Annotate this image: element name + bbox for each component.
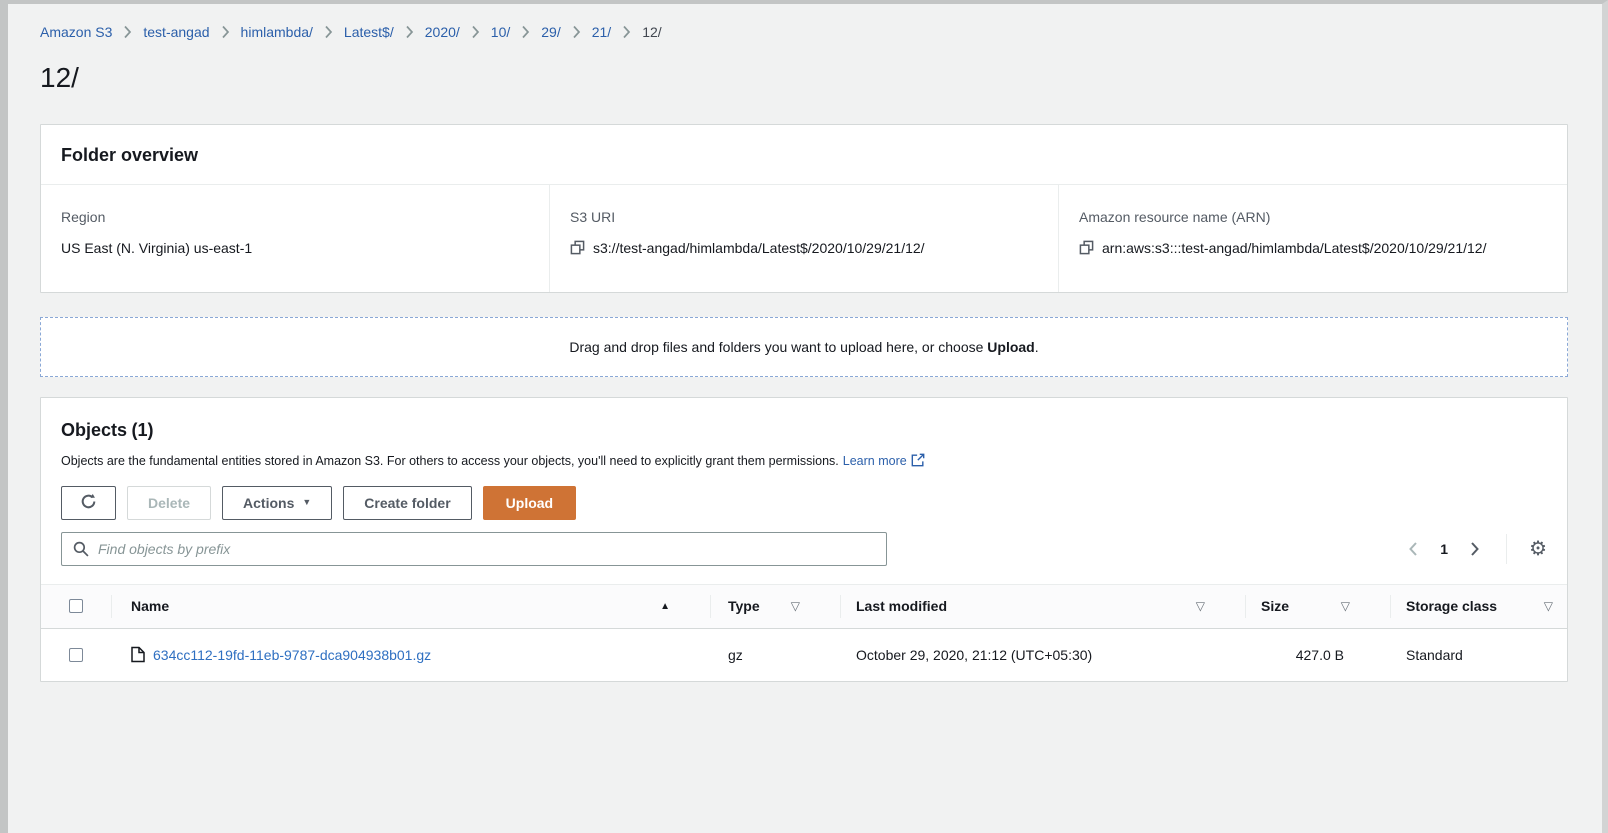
delete-button[interactable]: Delete bbox=[127, 486, 211, 520]
breadcrumb-link-2020[interactable]: 2020/ bbox=[425, 24, 460, 40]
page-number[interactable]: 1 bbox=[1438, 541, 1450, 557]
actions-button[interactable]: Actions ▼ bbox=[222, 486, 332, 520]
region-label: Region bbox=[61, 209, 529, 225]
copy-icon[interactable] bbox=[570, 240, 585, 255]
breadcrumb-link-latest[interactable]: Latest$/ bbox=[344, 24, 394, 40]
refresh-button[interactable] bbox=[61, 486, 116, 520]
objects-toolbar: Delete Actions ▼ Create folder Upload bbox=[61, 486, 1547, 520]
create-folder-button[interactable]: Create folder bbox=[343, 486, 471, 520]
row-select-cell bbox=[41, 629, 111, 681]
region-field: Region US East (N. Virginia) us-east-1 bbox=[41, 185, 549, 292]
sort-icon[interactable]: ▽ bbox=[1341, 599, 1350, 613]
pagination: 1 ⚙ bbox=[1404, 534, 1547, 564]
dropzone-text: Drag and drop files and folders you want… bbox=[569, 339, 1038, 355]
search-row: 1 ⚙ bbox=[61, 532, 1547, 566]
object-name-cell: 634cc112-19fd-11eb-9787-dca904938b01.gz bbox=[111, 629, 710, 681]
arn-value-row: arn:aws:s3:::test-angad/himlambda/Latest… bbox=[1079, 235, 1547, 262]
breadcrumb-link-21[interactable]: 21/ bbox=[592, 24, 611, 40]
last-modified-column-header[interactable]: Last modified ▽ bbox=[840, 585, 1245, 628]
external-link-icon[interactable] bbox=[911, 453, 925, 467]
select-all-cell bbox=[41, 585, 111, 628]
breadcrumb-current: 12/ bbox=[642, 24, 661, 40]
object-size-cell: 427.0 B bbox=[1245, 629, 1390, 681]
sort-icon[interactable]: ▽ bbox=[791, 599, 800, 613]
folder-overview-body: Region US East (N. Virginia) us-east-1 S… bbox=[41, 185, 1567, 292]
s3-uri-field: S3 URI s3://test-angad/himlambda/Latest$… bbox=[549, 185, 1058, 292]
objects-table: Name ▲ Type ▽ Last modified ▽ Size ▽ Sto… bbox=[41, 584, 1567, 681]
breadcrumb-separator-icon bbox=[405, 25, 414, 39]
object-storage-class-cell: Standard bbox=[1390, 629, 1567, 681]
previous-page-icon[interactable] bbox=[1404, 537, 1422, 561]
select-all-checkbox[interactable] bbox=[69, 599, 83, 613]
type-column-header[interactable]: Type ▽ bbox=[710, 585, 840, 628]
pagination-divider bbox=[1506, 534, 1507, 564]
sort-icon[interactable]: ▽ bbox=[1196, 599, 1205, 613]
copy-icon[interactable] bbox=[1079, 240, 1094, 255]
breadcrumb-link-10[interactable]: 10/ bbox=[491, 24, 510, 40]
breadcrumb: Amazon S3 test-angad himlambda/ Latest$/… bbox=[40, 24, 1568, 40]
find-objects-input[interactable] bbox=[61, 532, 887, 566]
region-value: US East (N. Virginia) us-east-1 bbox=[61, 235, 529, 262]
breadcrumb-link-amazon-s3[interactable]: Amazon S3 bbox=[40, 24, 112, 40]
next-page-icon[interactable] bbox=[1466, 537, 1484, 561]
s3-console-page: Amazon S3 test-angad himlambda/ Latest$/… bbox=[8, 4, 1602, 682]
upload-dropzone[interactable]: Drag and drop files and folders you want… bbox=[40, 317, 1568, 377]
search-icon bbox=[73, 541, 89, 562]
folder-overview-header: Folder overview bbox=[41, 125, 1567, 185]
upload-button[interactable]: Upload bbox=[483, 486, 576, 520]
name-column-header[interactable]: Name ▲ bbox=[111, 585, 710, 628]
table-row: 634cc112-19fd-11eb-9787-dca904938b01.gz … bbox=[41, 629, 1567, 681]
folder-overview-title: Folder overview bbox=[61, 145, 198, 165]
breadcrumb-link-bucket[interactable]: test-angad bbox=[143, 24, 209, 40]
breadcrumb-separator-icon bbox=[221, 25, 230, 39]
objects-description: Objects are the fundamental entities sto… bbox=[61, 453, 1547, 468]
storage-class-column-header[interactable]: Storage class ▽ bbox=[1390, 585, 1567, 628]
objects-count: (1) bbox=[131, 420, 153, 440]
breadcrumb-separator-icon bbox=[123, 25, 132, 39]
row-checkbox[interactable] bbox=[69, 648, 83, 662]
breadcrumb-separator-icon bbox=[572, 25, 581, 39]
learn-more-link[interactable]: Learn more bbox=[843, 454, 907, 468]
arn-label: Amazon resource name (ARN) bbox=[1079, 209, 1547, 225]
breadcrumb-separator-icon bbox=[471, 25, 480, 39]
refresh-icon bbox=[79, 492, 98, 514]
breadcrumb-separator-icon bbox=[622, 25, 631, 39]
page-title: 12/ bbox=[40, 62, 1568, 94]
sort-ascending-icon[interactable]: ▲ bbox=[660, 601, 670, 612]
chevron-down-icon: ▼ bbox=[302, 498, 311, 507]
breadcrumb-link-himlambda[interactable]: himlambda/ bbox=[241, 24, 313, 40]
folder-overview-card: Folder overview Region US East (N. Virgi… bbox=[40, 124, 1568, 293]
object-name-link[interactable]: 634cc112-19fd-11eb-9787-dca904938b01.gz bbox=[153, 647, 431, 663]
gear-icon[interactable]: ⚙ bbox=[1529, 539, 1547, 559]
breadcrumb-link-29[interactable]: 29/ bbox=[541, 24, 560, 40]
object-last-modified-cell: October 29, 2020, 21:12 (UTC+05:30) bbox=[840, 629, 1245, 681]
s3-uri-value-row: s3://test-angad/himlambda/Latest$/2020/1… bbox=[570, 235, 1038, 262]
breadcrumb-separator-icon bbox=[521, 25, 530, 39]
arn-field: Amazon resource name (ARN) arn:aws:s3:::… bbox=[1058, 185, 1567, 292]
objects-header: Objects (1) bbox=[61, 420, 1547, 441]
sort-icon[interactable]: ▽ bbox=[1544, 599, 1553, 613]
file-icon bbox=[131, 646, 145, 663]
table-header-row: Name ▲ Type ▽ Last modified ▽ Size ▽ Sto… bbox=[41, 585, 1567, 629]
s3-uri-label: S3 URI bbox=[570, 209, 1038, 225]
search-box bbox=[61, 532, 887, 566]
arn-value: arn:aws:s3:::test-angad/himlambda/Latest… bbox=[1102, 240, 1486, 256]
s3-uri-value: s3://test-angad/himlambda/Latest$/2020/1… bbox=[593, 240, 925, 256]
objects-title: Objects bbox=[61, 420, 127, 440]
objects-card: Objects (1) Objects are the fundamental … bbox=[40, 397, 1568, 682]
breadcrumb-separator-icon bbox=[324, 25, 333, 39]
size-column-header[interactable]: Size ▽ bbox=[1245, 585, 1390, 628]
object-type-cell: gz bbox=[710, 629, 840, 681]
